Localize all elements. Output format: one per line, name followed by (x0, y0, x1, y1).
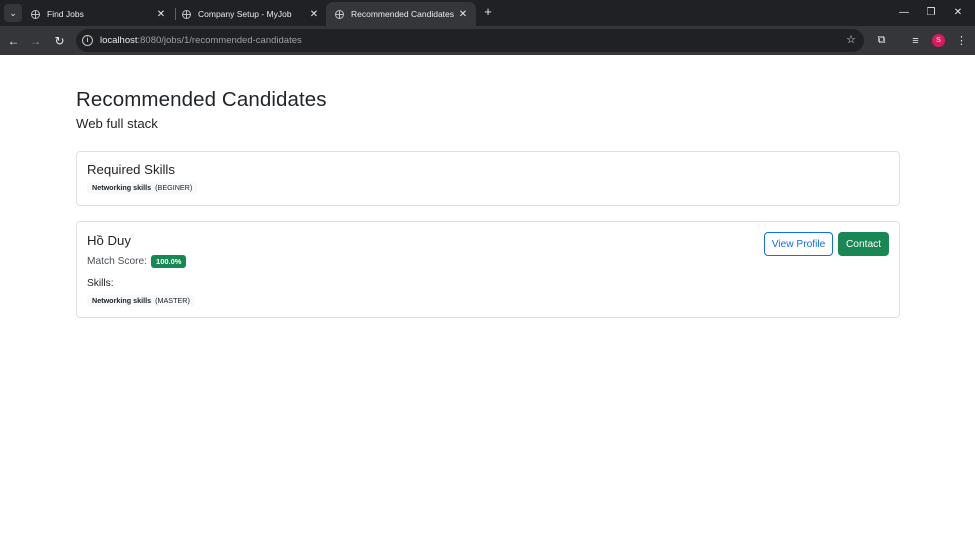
match-score-label: Match Score: (87, 255, 148, 267)
candidate-skill-chip: Networking skills (MASTER) (87, 295, 195, 307)
tab-title: Recommended Candidates (351, 9, 455, 19)
close-tab-icon[interactable]: ✕ (307, 7, 321, 21)
globe-icon (182, 9, 191, 19)
view-profile-button[interactable]: View Profile (764, 232, 833, 256)
globe-icon (31, 9, 40, 19)
candidate-card: Hồ Duy Match Score: 100.0% Skills: Netwo… (76, 221, 900, 318)
tab-company-setup[interactable]: Company Setup - MyJob ✕ (173, 2, 327, 26)
tab-title: Company Setup - MyJob (198, 9, 292, 19)
page-content: Recommended Candidates Web full stack Re… (0, 55, 975, 548)
minimize-icon[interactable]: — (894, 4, 914, 21)
close-tab-icon[interactable]: ✕ (154, 7, 168, 21)
skill-name: Networking skills (92, 296, 152, 305)
contact-button[interactable]: Contact (838, 232, 889, 256)
skill-name: Networking skills (92, 183, 152, 192)
media-queue-icon[interactable]: ≡ (907, 32, 924, 49)
profile-avatar[interactable]: S (932, 34, 945, 47)
site-info-icon[interactable]: i (82, 35, 93, 46)
reload-icon[interactable]: ↻ (51, 32, 68, 49)
restore-icon[interactable]: ❐ (921, 4, 941, 21)
required-skill-chip: Networking skills (BEGINER) (87, 182, 198, 194)
required-skills-card: Required Skills Networking skills (BEGIN… (76, 151, 900, 206)
page-title: Recommended Candidates (76, 88, 327, 111)
menu-kebab-icon[interactable]: ⋮ (953, 32, 970, 49)
candidate-skills-label: Skills: (87, 278, 114, 289)
tab-title: Find Jobs (47, 9, 84, 19)
close-window-icon[interactable]: ✕ (948, 4, 968, 21)
bookmark-star-icon[interactable]: ☆ (846, 33, 856, 46)
required-skills-heading: Required Skills (87, 162, 175, 177)
address-bar[interactable]: i localhost:8080/jobs/1/recommended-cand… (76, 29, 864, 52)
url-text[interactable]: localhost:8080/jobs/1/recommended-candid… (100, 34, 302, 47)
skill-level: (MASTER) (155, 296, 190, 305)
forward-arrow-icon[interactable]: → (27, 32, 44, 49)
new-tab-plus-icon[interactable]: + (481, 5, 495, 19)
browser-tab-strip: ⌄ Find Jobs ✕ Company Setup - MyJob ✕ Re… (0, 0, 975, 26)
skill-level: (BEGINER) (155, 183, 193, 192)
extensions-puzzle-icon[interactable]: ⧉ (873, 32, 890, 49)
match-score-row: Match Score: 100.0% (87, 254, 187, 268)
tab-find-jobs[interactable]: Find Jobs ✕ (22, 2, 174, 26)
back-arrow-icon[interactable]: ← (5, 32, 22, 49)
close-tab-icon[interactable]: ✕ (456, 7, 470, 21)
job-title: Web full stack (76, 116, 158, 131)
tab-search-chevron-icon[interactable]: ⌄ (4, 4, 22, 22)
candidate-name: Hồ Duy (87, 233, 131, 248)
tab-recommended-candidates[interactable]: Recommended Candidates ✕ (326, 2, 476, 26)
match-score-badge: 100.0% (151, 254, 187, 268)
globe-icon (335, 9, 344, 19)
browser-toolbar: ← → ↻ i localhost:8080/jobs/1/recommende… (0, 26, 975, 55)
